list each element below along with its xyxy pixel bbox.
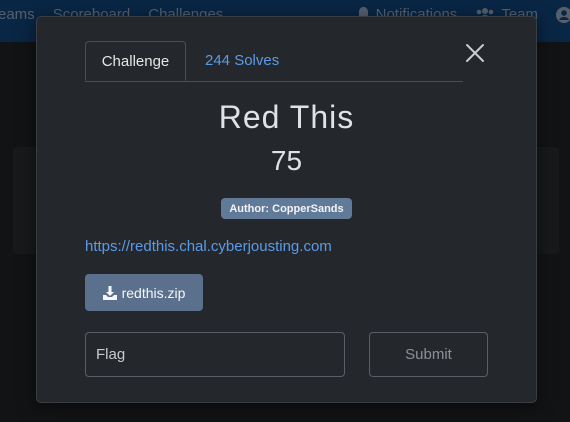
close-icon[interactable] <box>464 42 486 64</box>
author-badge: Author: CopperSands <box>221 198 352 219</box>
challenge-value: 75 <box>270 145 303 176</box>
challenge-title: Red This <box>218 99 355 135</box>
download-icon <box>102 285 117 300</box>
download-file-label: redthis.zip <box>121 284 186 301</box>
tab-challenge[interactable]: Challenge <box>85 41 186 81</box>
challenge-modal: Challenge 244 Solves Red This 75 Author:… <box>36 16 537 403</box>
challenge-link[interactable]: https://redthis.chal.cyberjousting.com <box>85 238 332 255</box>
tab-solves[interactable]: 244 Solves <box>205 52 279 69</box>
download-file-button[interactable]: redthis.zip <box>85 274 203 311</box>
flag-input[interactable] <box>85 332 345 377</box>
modal-tabs: Challenge 244 Solves <box>85 41 463 82</box>
submit-button[interactable]: Submit <box>369 332 488 377</box>
